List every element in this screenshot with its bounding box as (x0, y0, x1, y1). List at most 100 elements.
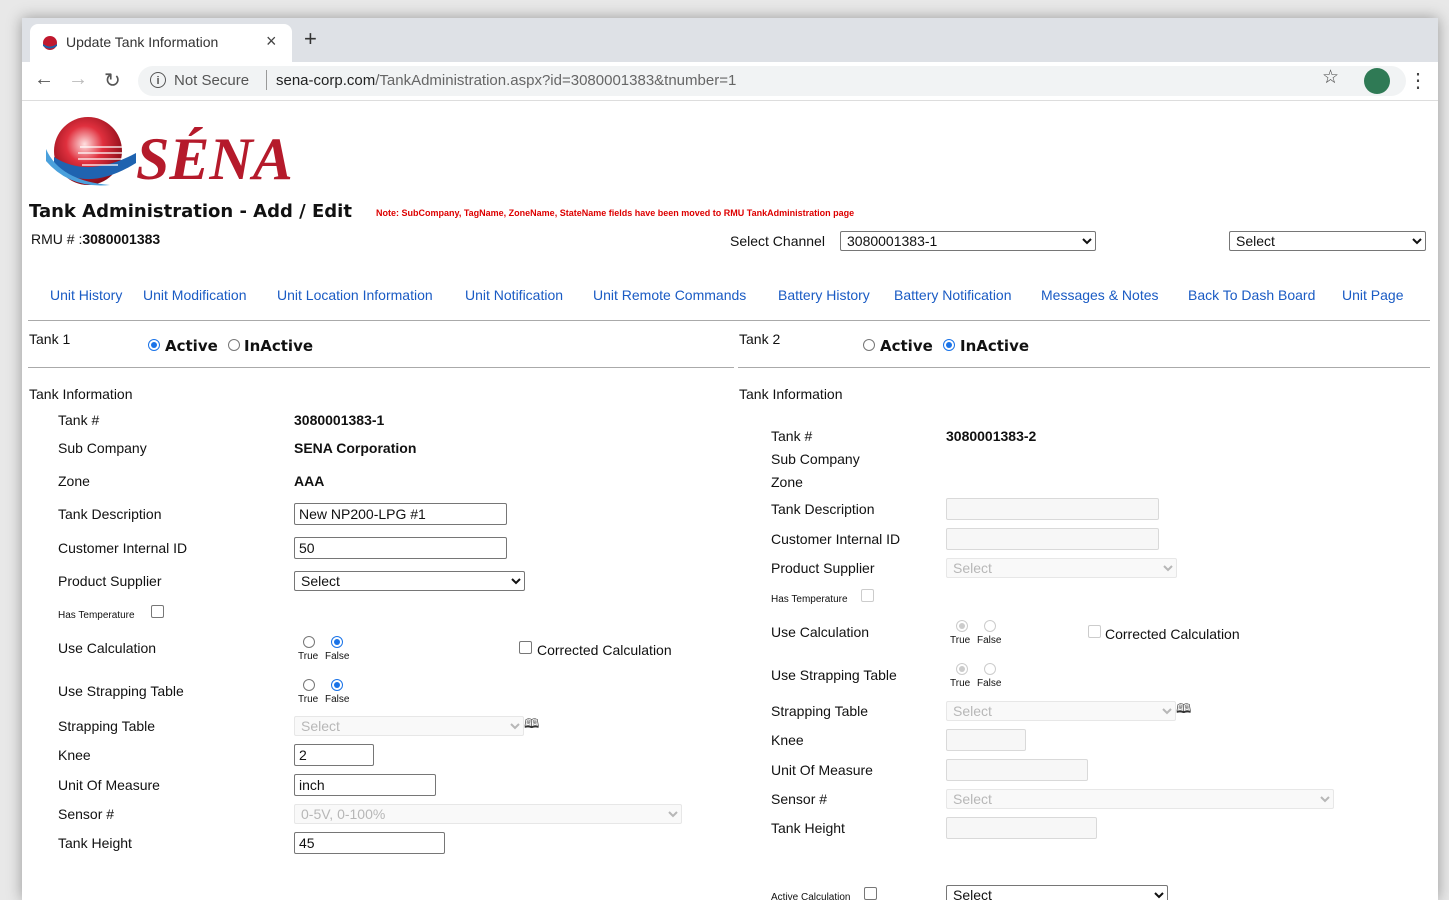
tank2-active-calculation-checkbox[interactable] (864, 887, 877, 900)
tank1-use-calculation-false-label: False (325, 651, 350, 662)
tank2-knee-label: Knee (771, 732, 804, 748)
migration-note: Note: SubCompany, TagName, ZoneName, Sta… (376, 208, 855, 218)
tank1-description-label: Tank Description (58, 506, 162, 522)
tank2-inactive-radio[interactable] (943, 339, 955, 351)
nav-unit-notification[interactable]: Unit Notification (465, 287, 563, 303)
tank1-sensor-select[interactable]: 0-5V, 0-100% (294, 804, 682, 824)
tank2-inactive-label: InActive (960, 337, 1030, 355)
tank2-description-input[interactable] (946, 498, 1159, 520)
tank2-zone-label: Zone (771, 474, 803, 490)
nav-unit-location-information[interactable]: Unit Location Information (277, 287, 433, 303)
tank2-heading: Tank 2 (739, 331, 781, 347)
tank1-use-strapping-true-radio[interactable] (303, 679, 315, 691)
nav-battery-history[interactable]: Battery History (778, 287, 870, 303)
tank1-has-temperature-checkbox[interactable] (151, 605, 164, 618)
divider (28, 320, 1430, 321)
tank1-active-label: Active (165, 337, 218, 355)
tank2-sensor-select[interactable]: Select (946, 789, 1334, 809)
tank1-subcompany-label: Sub Company (58, 440, 147, 456)
tank2-use-calculation-false-radio[interactable] (984, 620, 996, 632)
url-host: sena-corp.com (276, 72, 376, 89)
tank1-use-calculation-false-radio[interactable] (331, 636, 343, 648)
tank1-knee-label: Knee (58, 747, 91, 763)
page-content: SÉNA Tank Administration - Add / Edit No… (22, 101, 1438, 900)
profile-avatar[interactable] (1364, 68, 1390, 94)
browser-menu-icon[interactable]: ⋮ (1408, 68, 1428, 93)
tank2-strapping-table-select[interactable]: Select (946, 701, 1176, 721)
tank1-inactive-radio[interactable] (228, 339, 240, 351)
book-icon[interactable]: 🕮 (1176, 700, 1191, 722)
tank1-use-calculation-true-radio[interactable] (303, 636, 315, 648)
url-text: sena-corp.com/TankAdministration.aspx?id… (276, 72, 736, 89)
channel-select[interactable]: 3080001383-1 (840, 231, 1096, 251)
unit-navbar: Unit History Unit Modification Unit Loca… (22, 271, 1438, 315)
tank1-customer-id-input[interactable] (294, 537, 507, 559)
nav-unit-remote-commands[interactable]: Unit Remote Commands (593, 287, 746, 303)
reload-icon[interactable]: ↻ (104, 68, 121, 93)
nav-back-to-dashboard[interactable]: Back To Dash Board (1188, 287, 1315, 303)
tank2-active-calculation-label: Active Calculation (771, 892, 851, 900)
tank2-knee-input[interactable] (946, 729, 1026, 751)
tank2-has-temperature-checkbox[interactable] (861, 589, 874, 602)
select-channel-label: Select Channel (730, 233, 825, 249)
tank2-active-calculation-select[interactable]: Select (946, 885, 1168, 900)
tank1-use-strapping-label: Use Strapping Table (58, 683, 184, 699)
tank1-strapping-table-select[interactable]: Select (294, 716, 524, 736)
rmu-label: RMU # : (31, 231, 83, 247)
browser-window: Update Tank Information × + ← → ↻ i Not … (22, 18, 1438, 900)
book-icon[interactable]: 🕮 (524, 715, 539, 737)
tab-bar: Update Tank Information × + (22, 18, 1438, 62)
right-select[interactable]: Select (1229, 231, 1426, 251)
rmu-number: RMU # :3080001383 (31, 231, 160, 247)
bookmark-star-icon[interactable]: ☆ (1322, 66, 1339, 89)
tank1-corrected-calculation-label: Corrected Calculation (537, 642, 672, 658)
nav-unit-history[interactable]: Unit History (50, 287, 122, 303)
tank2-tankno-label: Tank # (771, 428, 813, 444)
browser-tab[interactable]: Update Tank Information × (30, 24, 292, 62)
sena-favicon-icon (43, 36, 57, 50)
tank2-tankno-value: 3080001383-2 (946, 428, 1037, 444)
info-icon[interactable]: i (150, 72, 166, 88)
tank1-knee-input[interactable] (294, 744, 374, 766)
address-bar[interactable]: i Not Secure sena-corp.com/TankAdministr… (138, 66, 1406, 96)
nav-unit-page[interactable]: Unit Page (1342, 287, 1403, 303)
tank2-product-supplier-select[interactable]: Select (946, 558, 1177, 578)
tank1-zone-value: AAA (294, 473, 325, 489)
tank1-subcompany-value: SENA Corporation (294, 440, 417, 456)
tank1-use-calculation-label: Use Calculation (58, 640, 157, 656)
tank2-tank-height-label: Tank Height (771, 820, 845, 836)
tank1-sensor-label: Sensor # (58, 806, 115, 822)
logo-wordmark: SÉNA (136, 126, 293, 189)
tank1-product-supplier-select[interactable]: Select (294, 571, 525, 591)
rmu-value: 3080001383 (82, 231, 161, 247)
tank2-use-strapping-true-radio[interactable] (956, 663, 968, 675)
forward-arrow-icon[interactable]: → (68, 68, 88, 91)
url-separator (266, 70, 267, 90)
nav-unit-modification[interactable]: Unit Modification (143, 287, 247, 303)
tank1-unit-of-measure-input[interactable] (294, 774, 436, 796)
page-title: Tank Administration - Add / Edit (29, 201, 352, 222)
tank2-use-calculation-true-radio[interactable] (956, 620, 968, 632)
tank2-use-strapping-false-radio[interactable] (984, 663, 996, 675)
tank1-description-input[interactable] (294, 503, 507, 525)
tank2-unit-of-measure-input[interactable] (946, 759, 1088, 781)
tank1-unit-of-measure-label: Unit Of Measure (58, 777, 160, 793)
tank1-use-strapping-false-radio[interactable] (331, 679, 343, 691)
tank1-corrected-calculation-checkbox[interactable] (519, 641, 532, 654)
tank1-tank-height-input[interactable] (294, 832, 445, 854)
tank2-use-calculation-label: Use Calculation (771, 624, 870, 640)
tank2-active-radio[interactable] (863, 339, 875, 351)
back-arrow-icon[interactable]: ← (34, 68, 54, 91)
nav-battery-notification[interactable]: Battery Notification (894, 287, 1012, 303)
tank1-heading: Tank 1 (29, 331, 71, 347)
tank2-customer-id-input[interactable] (946, 528, 1159, 550)
tank2-use-strapping-false-label: False (977, 678, 1002, 689)
not-secure-label: Not Secure (174, 72, 250, 89)
tank2-tank-height-input[interactable] (946, 817, 1097, 839)
tank2-customer-id-label: Customer Internal ID (771, 531, 901, 547)
nav-messages-notes[interactable]: Messages & Notes (1041, 287, 1159, 303)
tank1-active-radio[interactable] (148, 339, 160, 351)
tank2-corrected-calculation-checkbox[interactable] (1088, 625, 1101, 638)
close-tab-icon[interactable]: × (266, 31, 277, 52)
new-tab-icon[interactable]: + (304, 26, 317, 52)
